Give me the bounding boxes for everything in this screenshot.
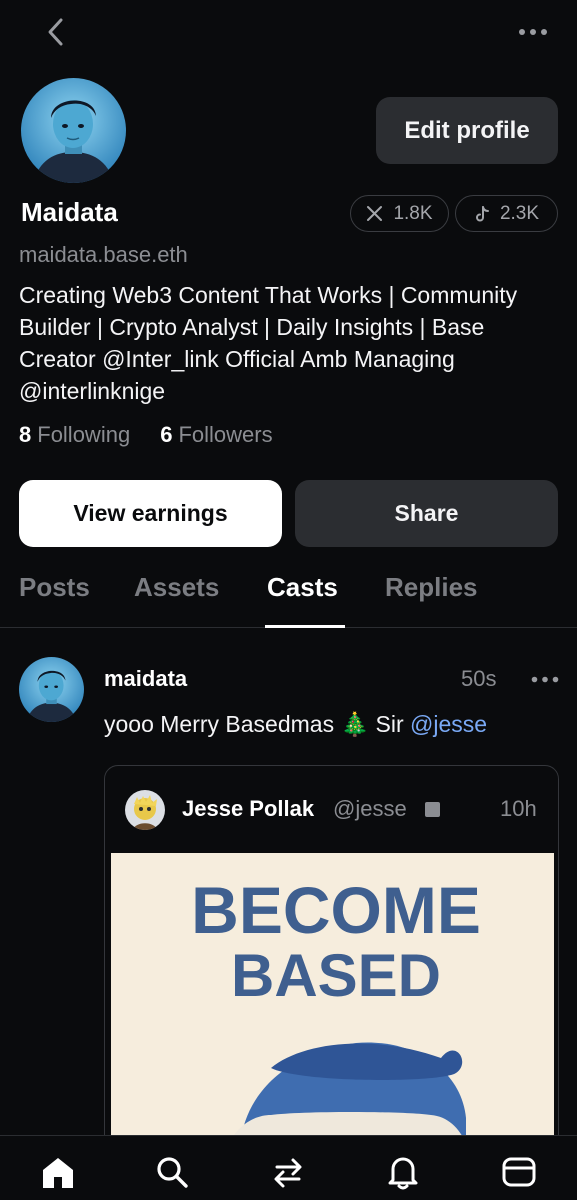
more-horizontal-icon xyxy=(519,29,547,35)
tiktok-icon xyxy=(475,205,489,221)
profile-avatar[interactable] xyxy=(21,78,126,183)
following-label: Following xyxy=(37,422,131,447)
more-horizontal-icon xyxy=(531,676,559,682)
edit-profile-button[interactable]: Edit profile xyxy=(376,97,558,164)
home-icon xyxy=(43,1158,73,1188)
tab-replies[interactable]: Replies xyxy=(385,572,478,603)
profile-handle: maidata.base.eth xyxy=(19,242,188,267)
share-button[interactable]: Share xyxy=(295,480,558,547)
tab-casts[interactable]: Casts xyxy=(267,572,338,603)
quoted-author-avatar[interactable] xyxy=(125,790,165,830)
followers-count: 6 xyxy=(160,422,173,447)
post-author-avatar[interactable] xyxy=(19,657,84,722)
image-text-line1: BECOME xyxy=(191,873,481,947)
x-followers-badge[interactable]: 1.8K xyxy=(350,195,449,232)
wallet-icon xyxy=(502,1157,536,1187)
chevron-left-icon xyxy=(48,18,63,46)
view-earnings-button[interactable]: View earnings xyxy=(19,480,282,547)
display-name: Maidata xyxy=(21,197,118,227)
follow-stats: 8 Following 6 Followers xyxy=(19,422,273,448)
quoted-author-name[interactable]: Jesse Pollak xyxy=(182,796,314,822)
tab-posts[interactable]: Posts xyxy=(19,572,90,603)
image-text-line2: BASED xyxy=(231,942,441,1009)
badge-icon xyxy=(425,802,440,817)
nav-notifications[interactable] xyxy=(381,1150,425,1194)
back-button[interactable] xyxy=(38,14,74,50)
tiktok-followers-badge[interactable]: 2.3K xyxy=(455,195,558,232)
profile-tabs: Posts Assets Casts Replies xyxy=(0,560,577,628)
profile-bio: Creating Web3 Content That Works | Commu… xyxy=(19,282,518,404)
following-stat[interactable]: 8 Following xyxy=(19,422,130,448)
search-icon xyxy=(157,1157,188,1188)
swap-icon xyxy=(274,1158,302,1188)
nav-search[interactable] xyxy=(150,1150,194,1194)
top-bar xyxy=(0,0,577,70)
x-icon xyxy=(367,206,383,221)
active-tab-indicator xyxy=(265,625,345,628)
tiktok-followers-count: 2.3K xyxy=(499,202,540,224)
post-more-button[interactable] xyxy=(528,668,562,690)
tab-assets[interactable]: Assets xyxy=(134,572,219,603)
post-timestamp: 50s xyxy=(461,666,497,691)
quoted-author-handle[interactable]: @jesse xyxy=(333,796,407,822)
post-username[interactable]: maidata xyxy=(104,666,187,692)
quoted-cast-image[interactable]: BECOME BASED xyxy=(111,853,554,1164)
post-mention-link[interactable]: @jesse xyxy=(410,711,487,737)
post-text: yooo Merry Basedmas 🎄 Sir @jesse xyxy=(104,711,487,738)
bell-icon xyxy=(388,1157,418,1190)
more-options-button[interactable] xyxy=(515,18,551,46)
followers-label: Followers xyxy=(178,422,273,447)
quoted-cast[interactable]: Jesse Pollak @jesse 10h BECOME BASED xyxy=(104,765,559,1165)
post-text-body: yooo Merry Basedmas 🎄 Sir xyxy=(104,711,411,737)
followers-stat[interactable]: 6 Followers xyxy=(160,422,272,448)
nav-swap[interactable] xyxy=(266,1150,310,1194)
bottom-navigation xyxy=(0,1135,577,1200)
following-count: 8 xyxy=(19,422,32,447)
quoted-timestamp: 10h xyxy=(500,796,537,821)
nav-wallet[interactable] xyxy=(497,1150,541,1194)
nav-home[interactable] xyxy=(36,1150,80,1194)
x-followers-count: 1.8K xyxy=(393,202,433,224)
